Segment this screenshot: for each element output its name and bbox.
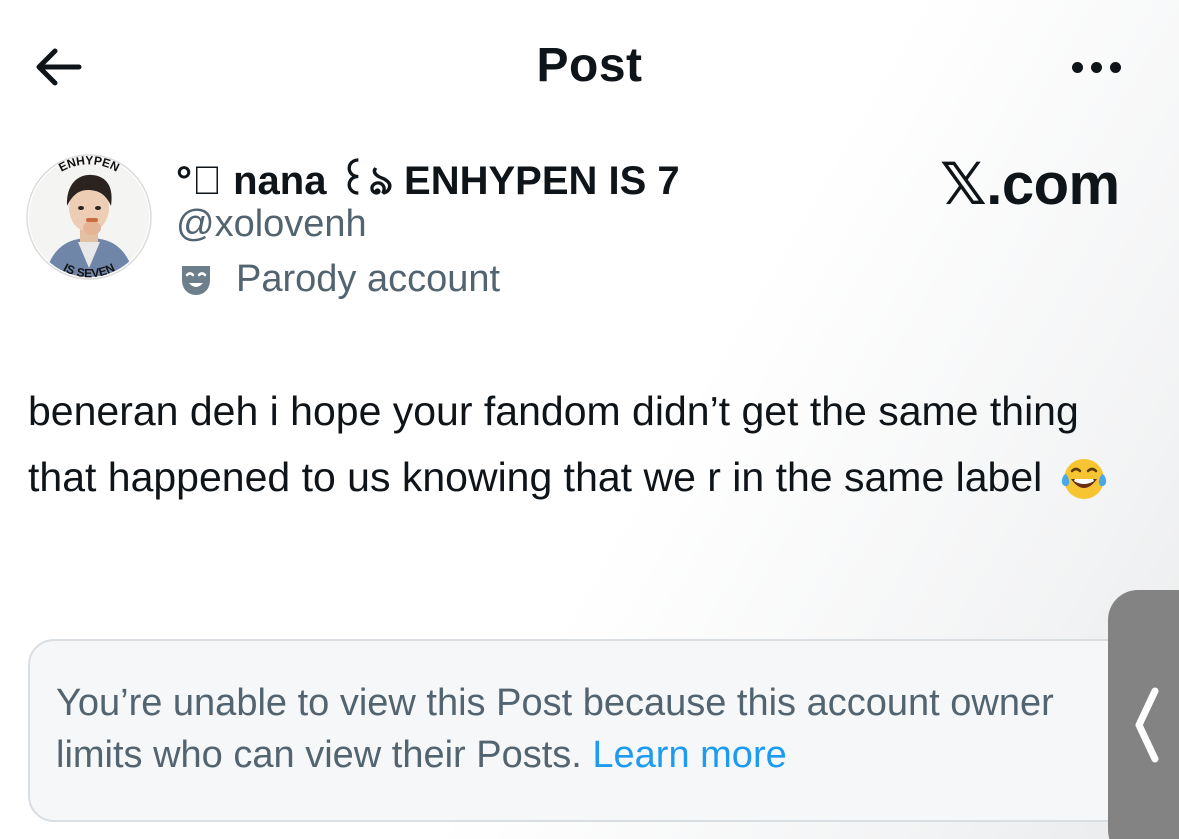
parody-account-label: Parody account <box>236 258 501 300</box>
more-horizontal-icon <box>1071 61 1083 73</box>
more-button[interactable] <box>1060 52 1132 82</box>
watermark-x-logo: 𝕏.com <box>940 152 1120 217</box>
parody-label-row: Parody account <box>176 258 500 301</box>
notice-message: You’re unable to view this Post because … <box>56 682 1054 776</box>
side-panel-handle[interactable] <box>1108 590 1179 839</box>
theater-mask-icon <box>176 260 216 300</box>
notice-text: You’re unable to view this Post because … <box>56 677 1120 781</box>
learn-more-link[interactable]: Learn more <box>592 734 786 776</box>
page-title: Post <box>536 39 643 92</box>
face-with-tears-of-joy-icon <box>1061 459 1106 499</box>
avatar-image: ENHYPEN IS SEVEN <box>26 153 152 280</box>
more-dot <box>1109 61 1121 73</box>
post-page: Post ENHYPEN IS SEVEN °ৣ nana ꒰ঌ ENHYPEN… <box>0 0 1179 839</box>
restricted-post-notice: You’re unable to view this Post because … <box>28 639 1148 822</box>
more-dot <box>1090 61 1102 73</box>
post-body: beneran deh i hope your fandom didn’t ge… <box>28 388 1079 500</box>
avatar[interactable]: ENHYPEN IS SEVEN <box>22 150 156 284</box>
chevron-left-icon <box>1135 687 1159 763</box>
post-text: beneran deh i hope your fandom didn’t ge… <box>28 378 1158 510</box>
author-handle[interactable]: @xolovenh <box>176 203 367 246</box>
